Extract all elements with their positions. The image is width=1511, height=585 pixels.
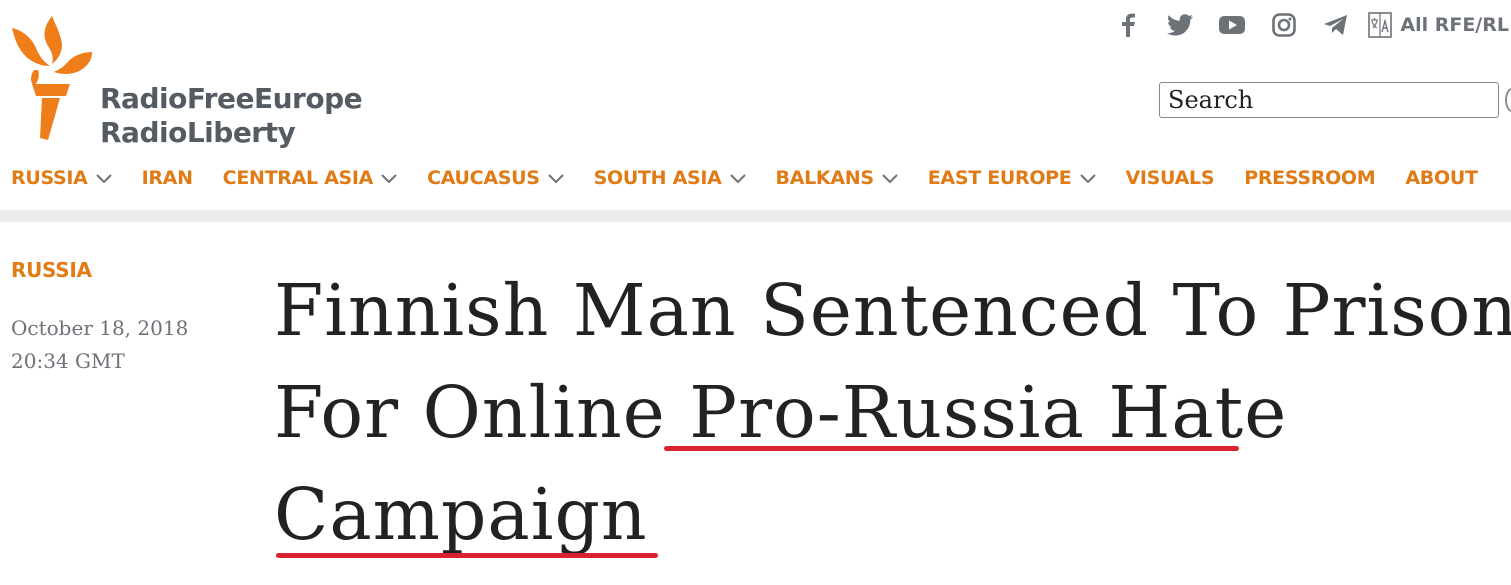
nav-item-label: ABOUT xyxy=(1405,167,1478,189)
nav-item-label: IRAN xyxy=(141,167,193,189)
nav-item-pressroom[interactable]: PRESSROOM xyxy=(1244,167,1376,189)
nav-item-about[interactable]: ABOUT xyxy=(1405,167,1478,189)
nav-item-label: CAUCASUS xyxy=(427,167,540,189)
nav-item-iran[interactable]: IRAN xyxy=(142,167,193,189)
nav-item-label: EAST EUROPE xyxy=(927,167,1072,189)
chevron-down-icon xyxy=(547,174,564,184)
telegram-icon[interactable] xyxy=(1310,8,1362,42)
nav-item-east-europe[interactable]: EAST EUROPE xyxy=(928,167,1096,189)
nav-item-caucasus[interactable]: CAUCASUS xyxy=(427,167,564,189)
search-placeholder: Search xyxy=(1168,86,1254,114)
chevron-down-icon xyxy=(882,174,898,184)
headline-underline-1 xyxy=(664,446,1239,451)
youtube-icon[interactable] xyxy=(1206,8,1258,42)
headline-underline-2 xyxy=(276,553,658,558)
nav-item-label: SOUTH ASIA xyxy=(593,167,722,189)
headline-line-1: Finnish Man Sentenced To Prison xyxy=(274,269,1511,352)
header-divider xyxy=(0,210,1511,222)
instagram-icon[interactable] xyxy=(1258,8,1310,42)
article-time: 20:34 GMT xyxy=(11,349,125,373)
language-icon xyxy=(1368,12,1393,38)
nav-item-label: RUSSIA xyxy=(11,167,88,189)
language-label: All RFE/RL xyxy=(1400,14,1509,36)
language-selector[interactable]: All RFE/RL xyxy=(1368,12,1509,38)
brand-line-1: RadioFreeEurope xyxy=(100,82,363,115)
twitter-icon[interactable] xyxy=(1154,8,1206,42)
facebook-icon[interactable] xyxy=(1102,8,1154,42)
headline-line-3: Campaign xyxy=(274,473,648,556)
nav-item-central-asia[interactable]: CENTRAL ASIA xyxy=(223,167,397,189)
search-button-edge[interactable] xyxy=(1505,88,1511,112)
nav-item-russia[interactable]: RUSSIA xyxy=(11,167,112,189)
search-input[interactable]: Search xyxy=(1159,82,1499,118)
nav-item-label: VISUALS xyxy=(1125,167,1215,189)
torch-icon xyxy=(12,16,92,140)
nav-item-label: CENTRAL ASIA xyxy=(222,167,374,189)
site-logo[interactable]: RadioFreeEurope RadioLiberty xyxy=(8,12,363,149)
chevron-down-icon xyxy=(1079,174,1096,184)
nav-item-label: BALKANS xyxy=(775,167,875,189)
social-bar: All RFE/RL xyxy=(1102,8,1509,42)
article-category-link[interactable]: RUSSIA xyxy=(11,258,92,282)
nav-item-visuals[interactable]: VISUALS xyxy=(1126,167,1215,189)
chevron-down-icon xyxy=(95,174,112,184)
chevron-down-icon xyxy=(381,174,397,184)
brand-line-2: RadioLiberty xyxy=(100,116,296,149)
brand-name: RadioFreeEurope RadioLiberty xyxy=(100,82,363,150)
article-date: October 18, 2018 xyxy=(11,316,189,340)
article-headline: Finnish Man Sentenced To Prison For Onli… xyxy=(274,260,1511,566)
chevron-down-icon xyxy=(729,174,746,184)
nav-item-label: PRESSROOM xyxy=(1244,167,1376,189)
nav-item-south-asia[interactable]: SOUTH ASIA xyxy=(594,167,746,189)
nav-item-balkans[interactable]: BALKANS xyxy=(776,167,898,189)
main-nav: RUSSIA IRAN CENTRAL ASIA CAUCASUS SOUTH ASIA… xyxy=(11,160,1478,196)
